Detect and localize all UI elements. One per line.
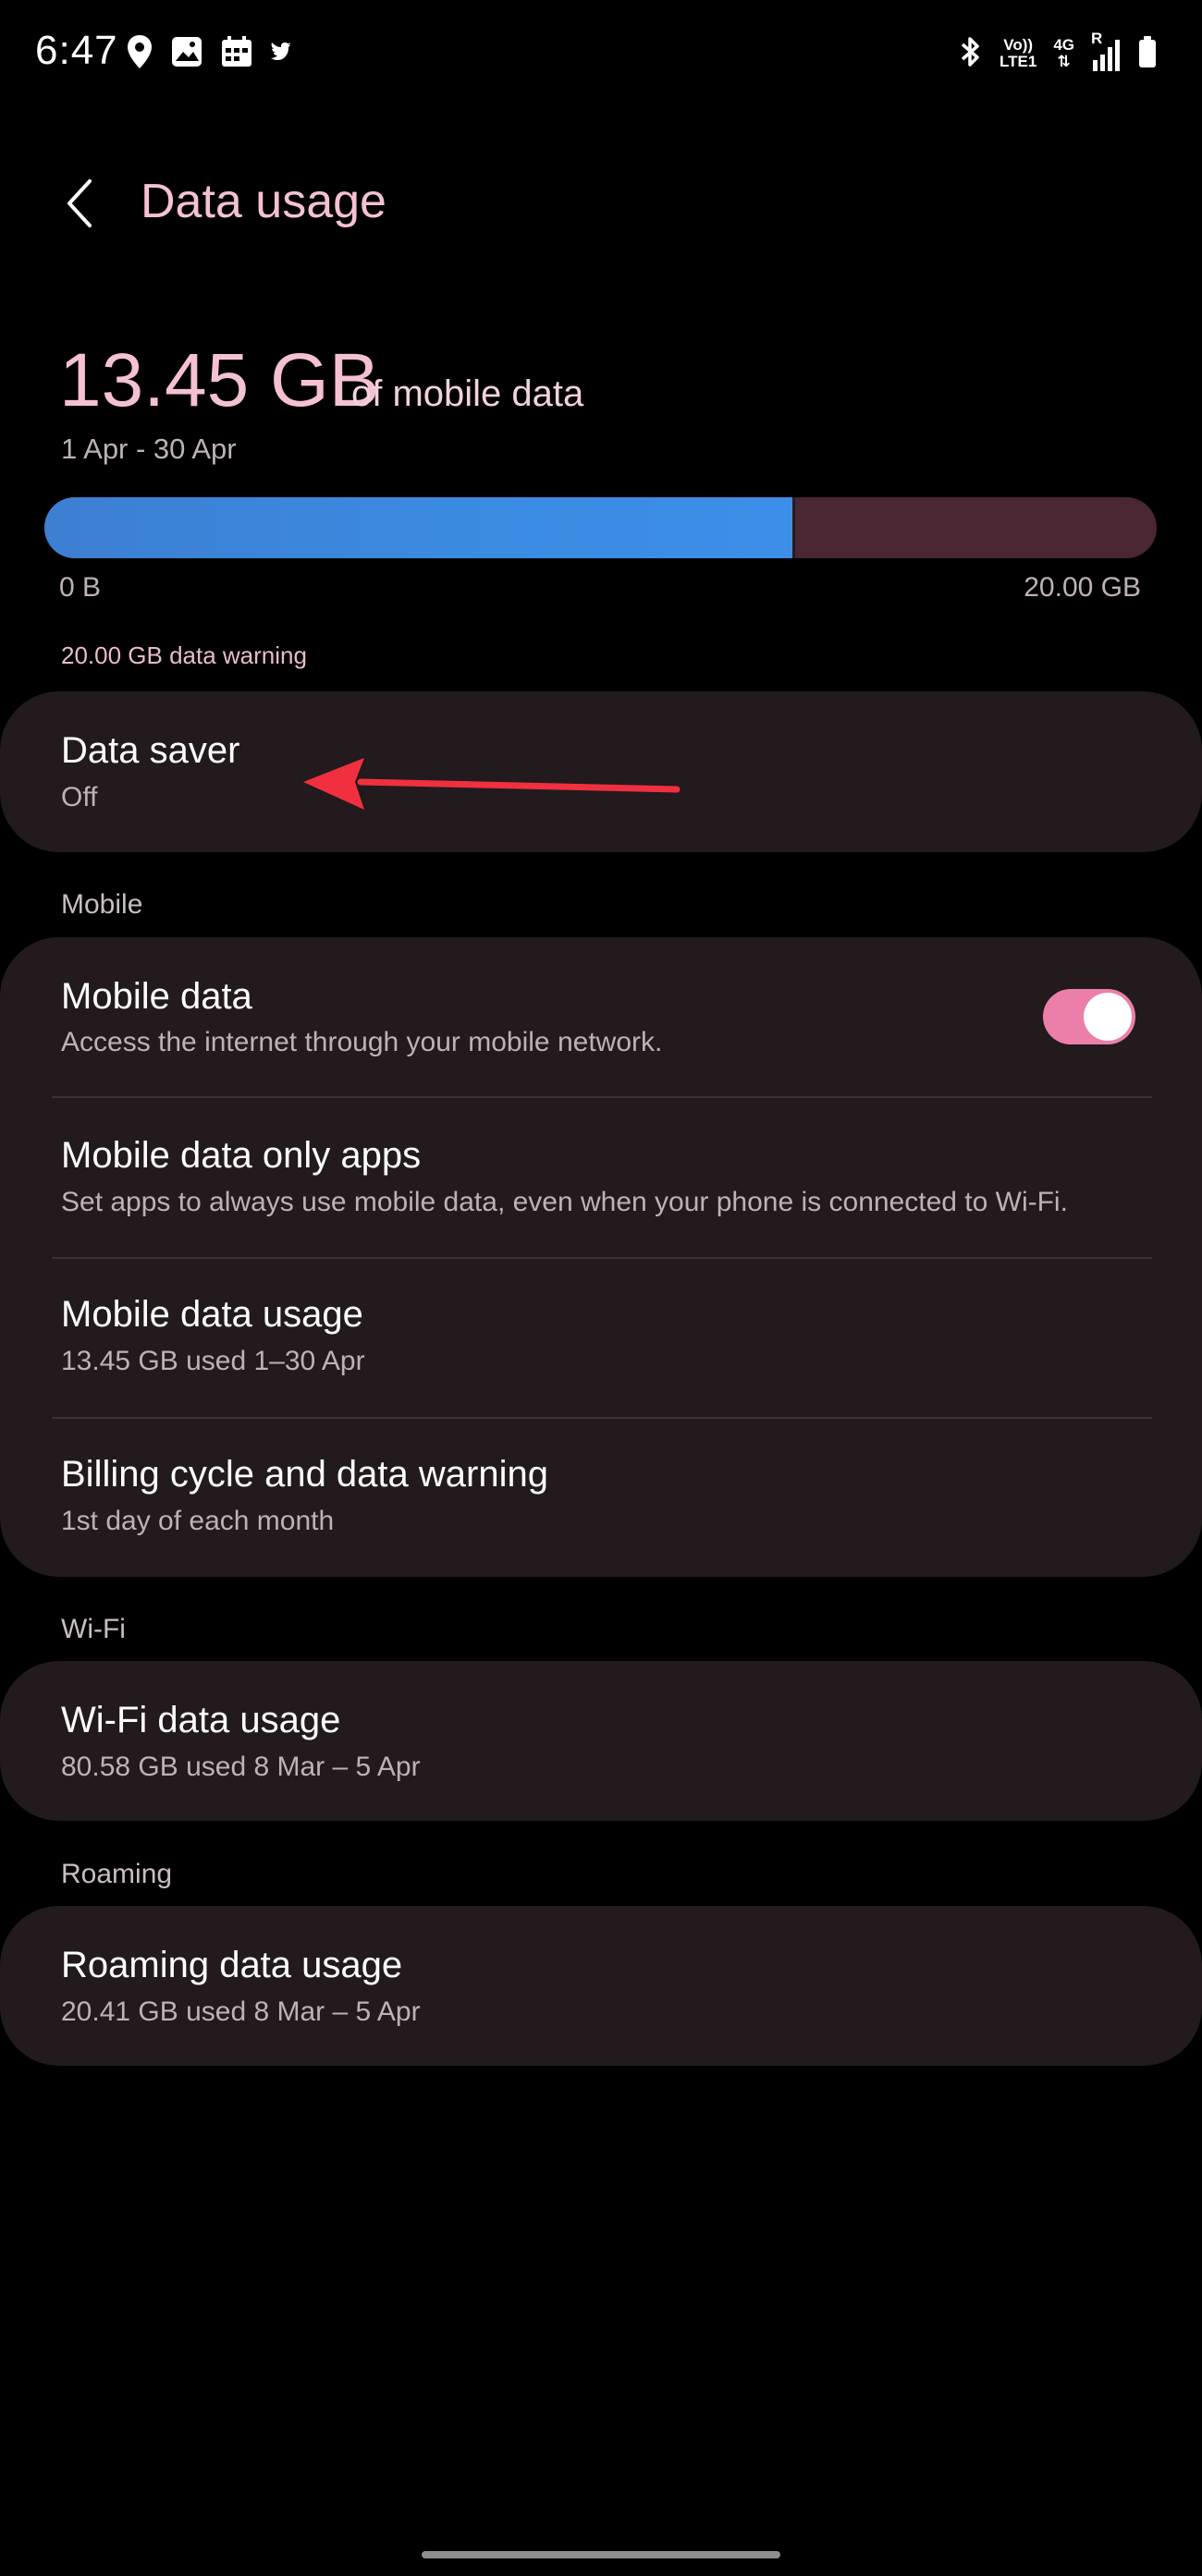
wifi-data-usage-row[interactable]: Wi-Fi data usage 80.58 GB used 8 Mar – 5… [0, 1661, 1202, 1821]
chevron-left-icon [67, 179, 92, 227]
bar-max-label: 20.00 GB [1024, 572, 1141, 603]
wifi-data-usage-subtitle: 80.58 GB used 8 Mar – 5 Apr [61, 1752, 421, 1782]
data-saver-status: Off [61, 782, 98, 812]
section-label-wifi: Wi-Fi [61, 1614, 126, 1644]
billing-cycle-title: Billing cycle and data warning [61, 1454, 548, 1495]
roaming-data-usage-title: Roaming data usage [61, 1945, 403, 1985]
mobile-data-usage-title: Mobile data usage [61, 1294, 363, 1335]
status-time: 6:47 [35, 28, 118, 73]
back-button[interactable] [52, 166, 107, 240]
usage-suffix: of mobile data [351, 373, 584, 414]
location-icon [126, 33, 153, 75]
home-indicator[interactable] [422, 2551, 780, 2558]
toggle-knob [1084, 993, 1132, 1041]
section-label-roaming: Roaming [61, 1859, 173, 1889]
roaming-data-usage-subtitle: 20.41 GB used 8 Mar – 5 Apr [61, 1996, 421, 2027]
mobile-card: Mobile data Access the internet through … [0, 937, 1202, 1577]
roaming-data-usage-row[interactable]: Roaming data usage 20.41 GB used 8 Mar –… [0, 1906, 1202, 2066]
bar-min-label: 0 B [59, 572, 102, 603]
billing-cycle-row[interactable]: Billing cycle and data warning 1st day o… [0, 1419, 1202, 1577]
mobile-data-row[interactable]: Mobile data Access the internet through … [0, 937, 1202, 1097]
mobile-data-only-apps-row[interactable]: Mobile data only apps Set apps to always… [0, 1098, 1202, 1258]
data-warning-label: 20.00 GB data warning [61, 641, 307, 669]
mobile-data-usage-row[interactable]: Mobile data usage 13.45 GB used 1–30 Apr [0, 1259, 1202, 1418]
mobile-data-only-apps-title: Mobile data only apps [61, 1135, 422, 1176]
battery-icon [1137, 35, 1158, 73]
calendar-icon [220, 35, 253, 73]
usage-progress-fill [44, 497, 796, 558]
network-type-label: 4G ⇅ [1053, 36, 1074, 70]
gallery-icon [170, 35, 203, 73]
bluetooth-icon [959, 35, 983, 73]
section-label-mobile: Mobile [61, 889, 143, 920]
twitter-icon [270, 42, 292, 67]
mobile-data-only-apps-subtitle: Set apps to always use mobile data, even… [61, 1187, 1068, 1217]
mobile-data-title: Mobile data [61, 976, 252, 1017]
status-bar: 6:47 Vo)) LTE1 4G ⇅ R [0, 0, 1202, 109]
roaming-card: Roaming data usage 20.41 GB used 8 Mar –… [0, 1906, 1202, 2066]
page-title: Data usage [141, 175, 386, 228]
mobile-data-subtitle: Access the internet through your mobile … [61, 1027, 663, 1057]
billing-cycle-subtitle: 1st day of each month [61, 1506, 335, 1536]
usage-period: 1 Apr - 30 Apr [61, 433, 237, 465]
mobile-data-toggle[interactable] [1043, 989, 1135, 1044]
notification-icons [126, 33, 292, 74]
wifi-data-usage-title: Wi-Fi data usage [61, 1700, 341, 1740]
network-volte-label: Vo)) LTE1 [1000, 36, 1037, 70]
signal-icon: R [1091, 31, 1121, 73]
wifi-card: Wi-Fi data usage 80.58 GB used 8 Mar – 5… [0, 1661, 1202, 1821]
usage-progress-bar [44, 497, 1157, 558]
system-icons: Vo)) LTE1 4G ⇅ R [959, 31, 1158, 76]
data-saver-title: Data saver [61, 730, 240, 771]
annotation-arrow [303, 758, 681, 810]
mobile-data-usage-subtitle: 13.45 GB used 1–30 Apr [61, 1346, 365, 1376]
usage-amount: 13.45 GB [59, 338, 380, 422]
